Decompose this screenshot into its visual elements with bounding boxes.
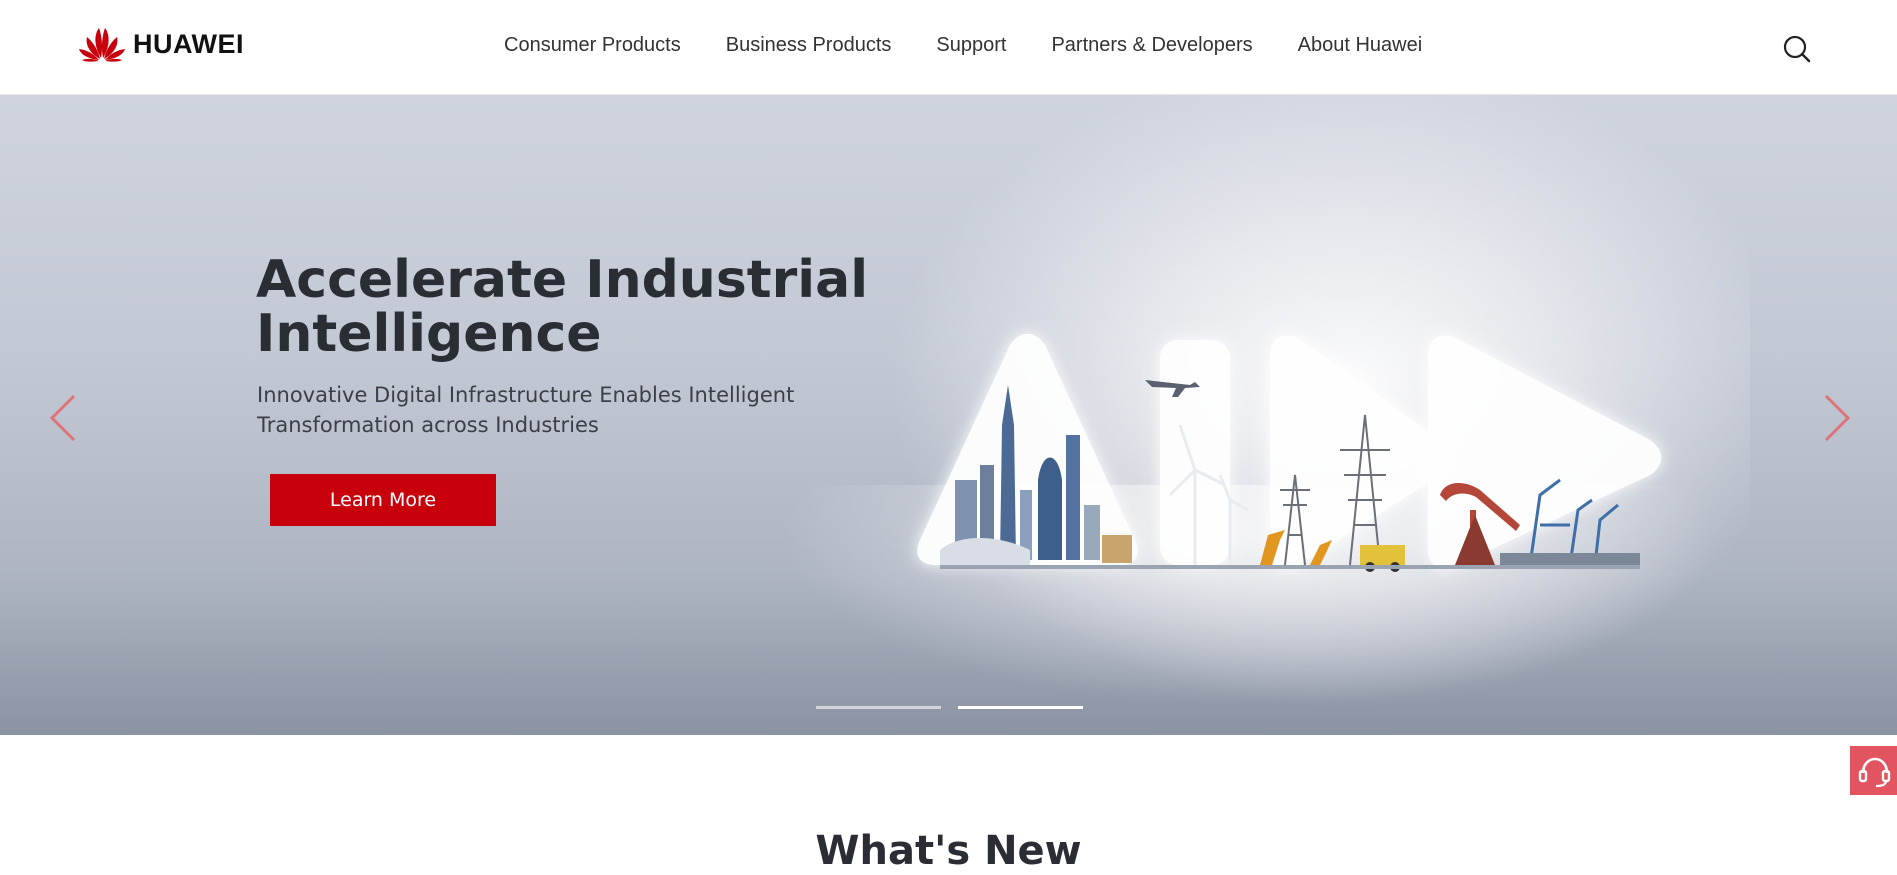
carousel-indicator-1[interactable] — [816, 706, 941, 709]
port-dock — [1500, 553, 1640, 567]
carousel-prev-arrow-icon[interactable] — [44, 388, 84, 448]
headset-icon — [1858, 757, 1890, 787]
nav-business-products[interactable]: Business Products — [726, 34, 892, 57]
carousel-next-arrow-icon[interactable] — [1816, 388, 1856, 448]
hero-illustration — [917, 333, 1662, 572]
ground-line — [940, 565, 1640, 569]
carousel-indicators — [816, 706, 1100, 709]
huawei-flower-icon — [79, 28, 125, 62]
nav-partners-developers[interactable]: Partners & Developers — [1051, 34, 1252, 57]
nav-consumer-products[interactable]: Consumer Products — [504, 34, 681, 57]
customer-support-button[interactable] — [1850, 746, 1897, 795]
main-nav: Consumer Products Business Products Supp… — [504, 34, 1467, 57]
hero-subtitle: Innovative Digital Infrastructure Enable… — [257, 383, 795, 437]
nav-support[interactable]: Support — [936, 34, 1006, 57]
hero-banner: Accelerate Industrial Intelligence Innov… — [0, 95, 1897, 735]
search-icon[interactable] — [1782, 34, 1812, 64]
logo-text: HUAWEI — [133, 28, 244, 59]
carousel-indicator-2[interactable] — [958, 706, 1083, 709]
glow-forward-shape-2 — [1428, 335, 1662, 569]
huawei-logo[interactable]: HUAWEI — [77, 24, 244, 64]
nav-about-huawei[interactable]: About Huawei — [1298, 34, 1423, 57]
learn-more-button[interactable]: Learn More — [270, 474, 496, 526]
whats-new-heading: What's New — [815, 828, 1082, 874]
site-header: HUAWEI Consumer Products Business Produc… — [0, 0, 1897, 95]
hero-title: Accelerate Industrial Intelligence — [256, 250, 869, 364]
